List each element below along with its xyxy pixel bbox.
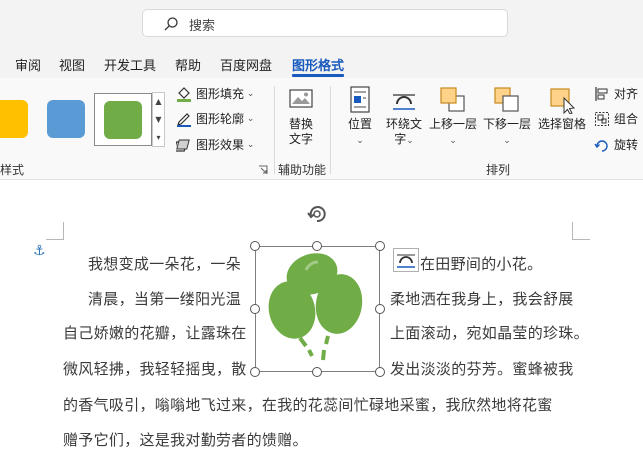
chevron-down-icon: ⌄ — [356, 136, 364, 146]
group-objects-icon — [595, 111, 609, 126]
resize-handle-bottom[interactable] — [312, 367, 322, 377]
paragraph-line-4-left: 微风轻拂，我轻轻摇曳，散 — [63, 360, 247, 378]
gallery-more-icon[interactable]: ▾ — [153, 129, 164, 147]
paragraph-line-5: 的香气吸引，嗡嗡地飞过来，在我的花蕊间忙碌地采蜜，我欣然地将花蜜 — [63, 396, 553, 414]
send-backward-icon — [494, 87, 519, 112]
style-swatch-yellow[interactable] — [0, 100, 28, 138]
active-tab-indicator — [292, 74, 344, 77]
chevron-down-icon: ⌄ — [244, 88, 255, 99]
shape-effects-label: 图形效果 — [196, 138, 245, 152]
alt-text-label-line1: 替换 — [288, 117, 313, 131]
paragraph-line-2-right: 柔地洒在我身上，我会舒展 — [390, 290, 574, 308]
group-separator — [330, 86, 331, 174]
shape-outline-label: 图形轮廓 — [196, 112, 245, 126]
selection-pane-button[interactable]: 选择窗格 — [536, 86, 588, 132]
resize-handle-top-right[interactable] — [375, 241, 385, 251]
margin-corner-right — [572, 222, 590, 240]
group-label-accessibility: 辅助功能 — [278, 163, 327, 177]
send-backward-label: 下移一层 — [482, 117, 531, 131]
chevron-down-icon: ⌄ — [244, 139, 255, 150]
alt-text-button[interactable]: 替换 文字 — [282, 88, 320, 147]
chevron-down-icon: ⌄ — [503, 136, 511, 146]
chevron-down-icon[interactable]: ▼ — [153, 111, 164, 129]
position-icon — [350, 86, 370, 113]
chevron-down-icon: ⌄ — [449, 136, 457, 146]
search-placeholder: 搜索 — [189, 19, 216, 34]
wrap-text-label-line1: 环绕文 — [385, 117, 422, 131]
paragraph-line-6: 赠予它们，这是我对勤劳者的馈赠。 — [63, 431, 308, 449]
tab-shape-format[interactable]: 图形格式 — [292, 55, 344, 74]
position-label: 位置 — [347, 117, 372, 131]
wrap-text-icon — [393, 94, 415, 110]
group-separator — [274, 86, 275, 174]
align-button[interactable]: 对齐 — [594, 85, 638, 102]
shape-effects-button[interactable]: 图形效果 ⌄ — [176, 136, 254, 153]
wrap-text-label-line2: 字 — [394, 132, 407, 146]
layout-options-icon — [397, 254, 415, 268]
align-icon — [595, 86, 608, 101]
shape-outline-button[interactable]: 图形轮廓 ⌄ — [176, 110, 254, 127]
anchor-icon: ⚓ — [33, 243, 46, 259]
margin-corner-left — [46, 222, 64, 240]
pen-outline-icon — [177, 112, 191, 127]
style-swatch-blue[interactable] — [47, 100, 85, 138]
send-backward-button[interactable]: 下移一层 ⌄ — [482, 86, 532, 149]
gallery-scroller[interactable]: ▲ ▼ ▾ — [152, 92, 165, 147]
chevron-down-icon: ⌄ — [406, 136, 414, 146]
title-bar: 搜索 — [0, 0, 643, 48]
rotation-handle-icon[interactable] — [305, 202, 329, 226]
wrap-text-button[interactable]: 环绕文 字⌄ — [382, 86, 426, 149]
search-icon — [164, 17, 178, 31]
resize-handle-top[interactable] — [312, 241, 322, 251]
shape-effects-icon — [176, 139, 190, 152]
tab-developer[interactable]: 开发工具 — [104, 55, 156, 74]
resize-handle-bottom-left[interactable] — [250, 367, 260, 377]
shape-fill-button[interactable]: 图形填充 ⌄ — [176, 85, 254, 102]
selection-pane-label: 选择窗格 — [537, 117, 586, 131]
bring-forward-button[interactable]: 上移一层 ⌄ — [428, 86, 478, 149]
rotate-label: 旋转 — [614, 138, 639, 152]
tab-help[interactable]: 帮助 — [175, 55, 201, 74]
bring-forward-icon — [440, 87, 465, 112]
tab-review[interactable]: 审阅 — [15, 55, 41, 74]
position-button[interactable]: 位置 ⌄ — [340, 86, 380, 149]
search-box[interactable]: 搜索 — [142, 9, 508, 37]
group-label: 组合 — [614, 112, 639, 126]
group-label-styles: 样式 — [0, 163, 25, 177]
chevron-up-icon[interactable]: ▲ — [153, 93, 164, 111]
paragraph-line-1-left: 我想变成一朵花，一朵 — [88, 255, 242, 273]
chevron-down-icon: ⌄ — [244, 113, 255, 124]
style-swatch-green[interactable] — [104, 101, 142, 139]
dialog-launcher-icon[interactable] — [258, 165, 268, 175]
ribbon-panel: ▲ ▼ ▾ 样式 图形填充 ⌄ 图形轮廓 ⌄ 图形效果 ⌄ 替换 文字 辅助功能… — [0, 78, 643, 180]
rotate-button[interactable]: 旋转 — [594, 136, 638, 153]
rotate-icon — [594, 139, 608, 152]
bring-forward-label: 上移一层 — [428, 117, 477, 131]
tab-view[interactable]: 视图 — [59, 55, 85, 74]
alt-text-icon — [289, 89, 313, 108]
layout-options-button[interactable] — [393, 248, 419, 272]
paragraph-line-1-right: 在田野间的小花。 — [420, 255, 543, 273]
align-label: 对齐 — [614, 87, 639, 101]
paragraph-line-4-right: 发出淡淡的芬芳。蜜蜂被我 — [390, 360, 574, 378]
tab-baidu-netdisk[interactable]: 百度网盘 — [220, 55, 272, 74]
paragraph-line-2-left: 清晨，当第一缕阳光温 — [88, 290, 242, 308]
shape-fill-label: 图形填充 — [196, 87, 245, 101]
resize-handle-bottom-right[interactable] — [375, 367, 385, 377]
alt-text-label-line2: 文字 — [288, 132, 313, 146]
resize-handle-top-left[interactable] — [250, 241, 260, 251]
group-button[interactable]: 组合 — [594, 110, 638, 127]
resize-handle-right[interactable] — [375, 304, 385, 314]
selection-pane-icon — [550, 88, 576, 114]
resize-handle-left[interactable] — [250, 304, 260, 314]
balloons-icon[interactable] — [266, 252, 370, 366]
paragraph-line-3-left: 自己娇嫩的花瓣，让露珠在 — [63, 324, 247, 342]
paragraph-line-3-right: 上面滚动，宛如晶莹的珍珠。 — [390, 324, 589, 342]
paint-bucket-icon — [177, 86, 191, 102]
group-label-arrange: 排列 — [486, 163, 511, 177]
